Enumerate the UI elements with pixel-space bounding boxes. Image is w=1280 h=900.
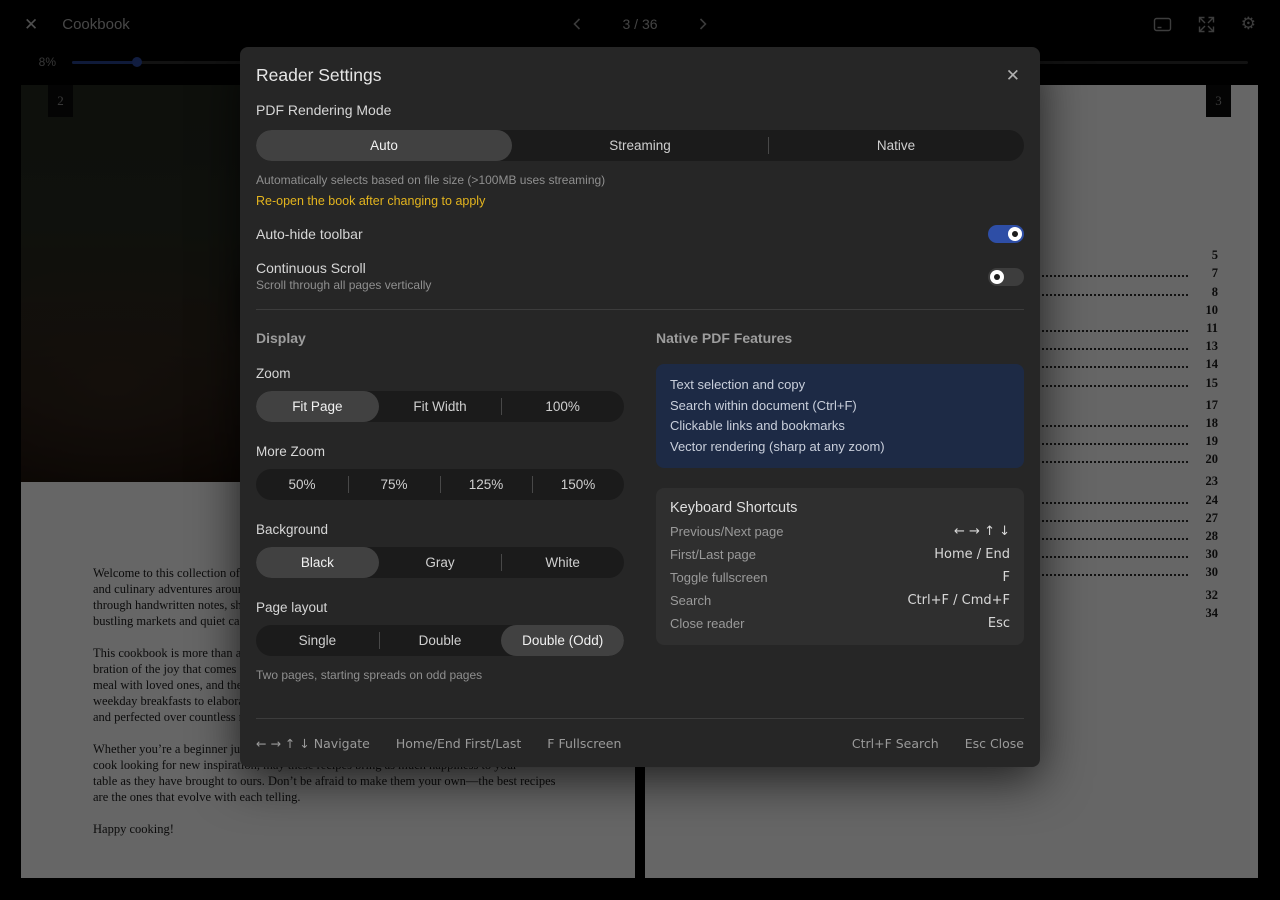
page-layout-helper: Two pages, starting spreads on odd pages <box>256 668 624 682</box>
shortcut-row: Toggle fullscreen F <box>670 570 1010 585</box>
option-white[interactable]: White <box>501 547 624 578</box>
auto-hide-toggle[interactable] <box>988 225 1024 243</box>
zoom-segmented: Fit PageFit Width100% <box>256 391 624 422</box>
rendering-mode-helper: Automatically selects based on file size… <box>256 173 1024 187</box>
dialog-footer: ← → ↑ ↓ Navigate Home/End First/Last F Ful… <box>256 718 1024 767</box>
background-segmented: BlackGrayWhite <box>256 547 624 578</box>
dialog-close-icon[interactable]: ✕ <box>1002 65 1024 86</box>
option-native[interactable]: Native <box>768 130 1024 161</box>
page-layout-label: Page layout <box>256 600 624 615</box>
shortcut-row: Search Ctrl+F / Cmd+F <box>670 593 1010 608</box>
option-single[interactable]: Single <box>256 625 379 656</box>
section-divider <box>256 309 1024 310</box>
page-layout-segmented: SingleDoubleDouble (Odd) <box>256 625 624 656</box>
rendering-mode-label: PDF Rendering Mode <box>256 102 1024 118</box>
more-zoom-segmented: 50%75%125%150% <box>256 469 624 500</box>
native-features-box: Text selection and copySearch within doc… <box>656 364 1024 468</box>
feature-item: Text selection and copy <box>670 375 1010 396</box>
option-double-odd[interactable]: Double (Odd) <box>501 625 624 656</box>
option-150[interactable]: 150% <box>532 469 624 500</box>
footer-hint: Home/End First/Last <box>396 736 521 751</box>
option-gray[interactable]: Gray <box>379 547 502 578</box>
native-features-heading: Native PDF Features <box>656 330 1024 346</box>
option-50[interactable]: 50% <box>256 469 348 500</box>
option-double[interactable]: Double <box>379 625 502 656</box>
shortcut-keys: F <box>1003 570 1010 585</box>
feature-item: Clickable links and bookmarks <box>670 416 1010 437</box>
rendering-mode-warning: Re-open the book after changing to apply <box>256 194 1024 208</box>
feature-item: Search within document (Ctrl+F) <box>670 396 1010 417</box>
footer-hint: Esc Close <box>965 736 1024 751</box>
background-label: Background <box>256 522 624 537</box>
shortcut-label: Previous/Next page <box>670 524 783 539</box>
feature-item: Vector rendering (sharp at any zoom) <box>670 437 1010 458</box>
zoom-label: Zoom <box>256 366 624 381</box>
option-75[interactable]: 75% <box>348 469 440 500</box>
option-fit-page[interactable]: Fit Page <box>256 391 379 422</box>
shortcut-row: Previous/Next page ← → ↑ ↓ <box>670 524 1010 539</box>
option-fit-width[interactable]: Fit Width <box>379 391 502 422</box>
rendering-mode-segmented: AutoStreamingNative <box>256 130 1024 161</box>
shortcut-keys: Ctrl+F / Cmd+F <box>907 593 1010 608</box>
option-100[interactable]: 100% <box>501 391 624 422</box>
keyboard-shortcuts-box: Keyboard Shortcuts Previous/Next page ← →… <box>656 488 1024 645</box>
reader-settings-dialog: Reader Settings ✕ PDF Rendering Mode Aut… <box>240 47 1040 767</box>
shortcut-row: First/Last page Home / End <box>670 547 1010 562</box>
footer-hint: ← → ↑ ↓ Navigate <box>256 736 370 751</box>
footer-hint: F Fullscreen <box>547 736 621 751</box>
more-zoom-label: More Zoom <box>256 444 624 459</box>
shortcut-keys: ← → ↑ ↓ <box>954 524 1010 539</box>
dialog-title: Reader Settings <box>256 65 382 86</box>
option-auto[interactable]: Auto <box>256 130 512 161</box>
shortcut-label: Close reader <box>670 616 744 631</box>
shortcut-keys: Esc <box>988 616 1010 631</box>
shortcut-label: Search <box>670 593 711 608</box>
toggle-knob <box>990 270 1004 284</box>
continuous-scroll-label: Continuous Scroll <box>256 260 431 276</box>
toggle-knob <box>1008 227 1022 241</box>
shortcut-keys: Home / End <box>934 547 1010 562</box>
continuous-scroll-toggle[interactable] <box>988 268 1024 286</box>
shortcut-label: Toggle fullscreen <box>670 570 768 585</box>
option-streaming[interactable]: Streaming <box>512 130 768 161</box>
footer-hint: Ctrl+F Search <box>852 736 939 751</box>
option-125[interactable]: 125% <box>440 469 532 500</box>
reader-app: ✕ Cookbook 3 / 36 ⚙ 8% <box>0 0 1280 900</box>
auto-hide-label: Auto-hide toolbar <box>256 226 363 242</box>
shortcuts-heading: Keyboard Shortcuts <box>670 500 1010 516</box>
option-black[interactable]: Black <box>256 547 379 578</box>
display-heading: Display <box>256 330 624 346</box>
shortcut-label: First/Last page <box>670 547 756 562</box>
continuous-scroll-description: Scroll through all pages vertically <box>256 278 431 292</box>
shortcut-row: Close reader Esc <box>670 616 1010 631</box>
